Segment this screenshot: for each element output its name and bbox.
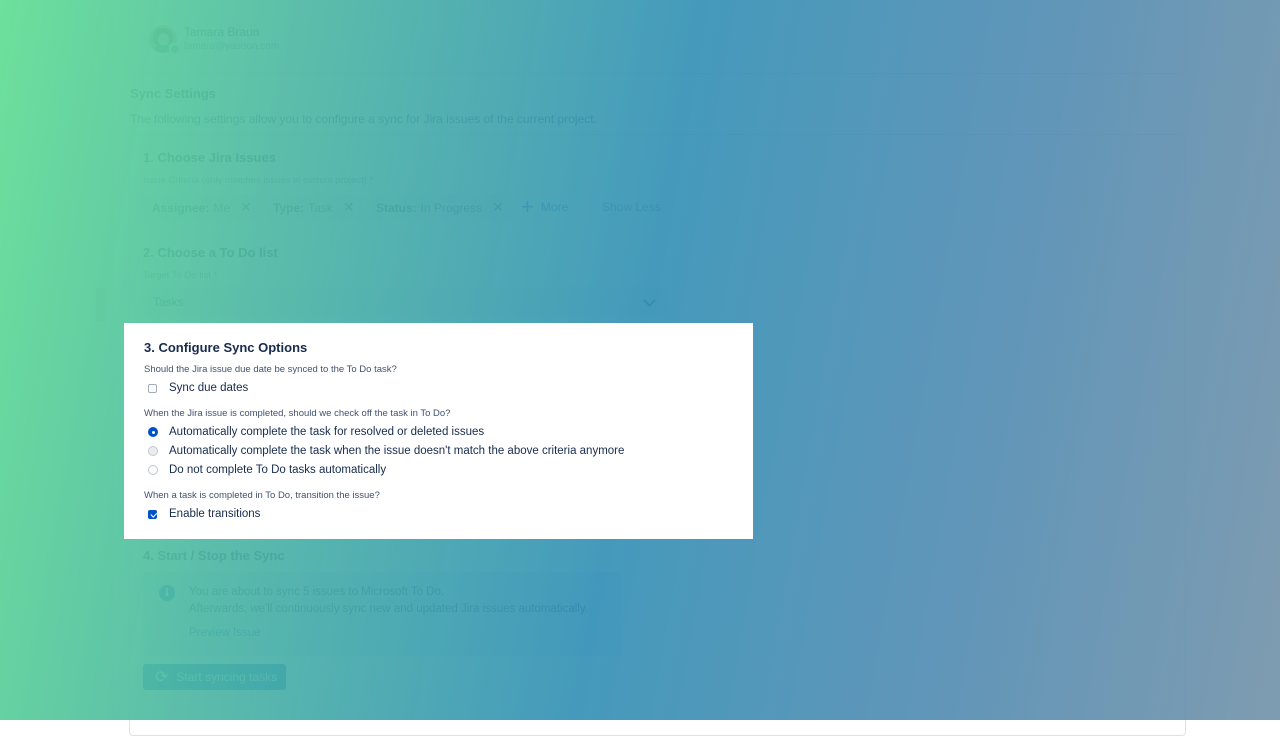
sidebar-resize-handle[interactable] [96,288,106,321]
radio-button[interactable] [148,465,158,475]
enable-transitions-checkbox[interactable] [148,509,157,519]
radio-option-resolved[interactable]: Automatically complete the task for reso… [148,426,484,438]
filter-chip-type[interactable]: Type: Task ✕ [264,194,364,221]
transition-question: When a task is completed in To Do, trans… [144,490,380,501]
enable-transitions-option[interactable]: Enable transitions [148,508,260,520]
left-sidebar [0,0,114,720]
step2-title: 2. Choose a To Do list [143,245,278,260]
target-list-label: Target To Do list * [143,270,218,281]
filter-chip-assignee[interactable]: Assignee: Me ✕ [143,194,261,221]
todo-list-value: Tasks [153,295,184,309]
completion-question: When the Jira issue is completed, should… [144,408,451,419]
radio-option-criteria[interactable]: Automatically complete the task when the… [148,445,624,457]
chevron-down-icon [643,293,656,307]
close-icon[interactable]: ✕ [240,199,252,216]
plus-icon: + [521,194,534,219]
radio-button[interactable] [148,446,158,456]
show-less-button[interactable]: Show Less [602,200,661,214]
close-icon[interactable]: ✕ [492,199,504,216]
sync-settings-description: The following settings allow you to conf… [130,112,597,126]
step1-title: 1. Choose Jira Issues [143,150,276,165]
info-line-2: Afterwards, we'll continuously sync new … [189,603,588,615]
info-icon: i [159,585,175,601]
info-line-1: You are about to sync 5 issues to Micros… [189,586,445,598]
start-sync-button[interactable]: ⟳ Start syncing tasks [143,664,286,690]
radio-option-none[interactable]: Do not complete To Do tasks automaticall… [148,464,386,476]
filter-chip-status[interactable]: Status: In Progress ✕ [367,194,513,221]
issue-criteria-label: Issue Criteria (only matches issues in c… [143,175,374,186]
user-card [129,0,1186,74]
sync-due-dates-checkbox[interactable] [148,383,157,393]
presence-indicator [169,43,181,55]
sync-settings-title: Sync Settings [130,86,216,101]
radio-button[interactable] [148,427,158,437]
preview-issue-link[interactable]: Preview Issue [189,627,261,639]
step4-title: 4. Start / Stop the Sync [143,548,285,563]
sync-icon: ⟳ [155,669,169,686]
sync-options-panel: 3. Configure Sync Options Should the Jir… [124,323,753,539]
step3-title: 3. Configure Sync Options [144,340,308,355]
sync-due-dates-option[interactable]: Sync due dates [148,382,248,394]
user-email: tamara@yasoon.com [184,41,280,52]
more-filters-button[interactable]: + More [521,196,568,218]
todo-list-select[interactable]: Tasks [143,287,668,317]
user-name: Tamara Braun [184,25,260,39]
close-icon[interactable]: ✕ [343,199,355,216]
due-date-question: Should the Jira issue due date be synced… [144,364,397,375]
